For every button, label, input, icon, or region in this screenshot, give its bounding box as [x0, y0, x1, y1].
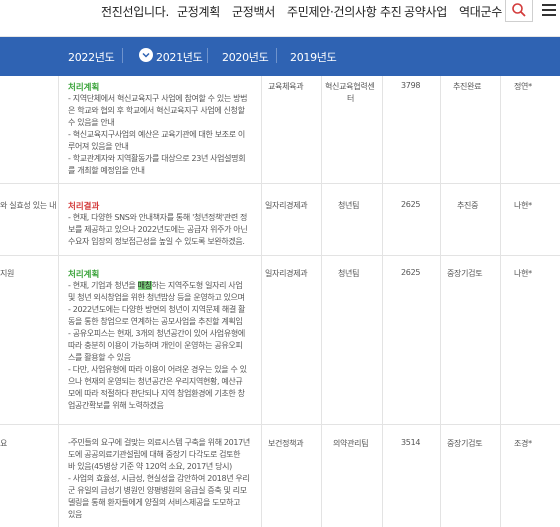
number-cell: 2625 [401, 200, 421, 209]
team-cell: 혁신교육협력센 [325, 82, 375, 91]
status-cell: 추진완료 [453, 82, 482, 91]
menu-icon [542, 4, 556, 6]
row-text-line: 보를 제공하고 있으나 2022년도에는 공급자 위주가 아닌 [68, 225, 248, 234]
table-row: 처리계획 - 지역단체에서 혁신교육지구 사업에 참여할 수 있는 방법 은 학… [0, 76, 560, 184]
nav-item-proposals[interactable]: 주민제안·건의사항 추진 [287, 3, 402, 20]
person-cell: 조경* [514, 439, 532, 448]
row-text-line: 를 개최할 예정임을 안내 [68, 166, 145, 175]
search-button[interactable] [505, 0, 533, 22]
row-text-line: - 사업의 효율성, 시급성, 현실성을 감안하여 2018년 우리 [68, 474, 250, 483]
row-text-line: 군 유일의 급성기 병원인 양평병원의 응급실 증축 및 리모 [68, 486, 247, 495]
row-text-line: 모에 따라 적절하다 판단되나 지역 창업환경에 기초한 창 [68, 389, 245, 398]
nav-item-former-mayors[interactable]: 역대군수 [459, 3, 502, 20]
row-text-line: 바 있음(45병상 기준 약 120억 소요, 2017년 당시) [68, 462, 232, 471]
tab-divider [207, 48, 208, 63]
table-row: 와 실효성 있는 내 처리결과 - 현재, 다양한 SNS와 안내책자를 통해 … [0, 184, 560, 256]
title-cell: 와 실효성 있는 내 [0, 201, 57, 210]
row-text-line: - 2022년도에는 다양한 방면의 청년이 지역문제 해결 활 [68, 305, 246, 314]
nav-item-plan[interactable]: 군정계획 [177, 3, 220, 20]
row-section-title: 처리계획 [68, 83, 100, 93]
row-text-line: 스를 활용할 수 있음 [68, 353, 131, 362]
row-text-line: 및 청년 외식창업을 위한 청년밥상 등을 운영하고 있으며 [68, 293, 245, 302]
search-icon [512, 3, 526, 17]
nav-item-whitepaper[interactable]: 군정백서 [232, 3, 275, 20]
status-cell: 중장기검토 [447, 439, 483, 448]
tab-2019[interactable]: 2019년도 [290, 49, 337, 65]
row-text-line: - 현재, 다양한 SNS와 안내책자를 통해 '청년정책'관련 정 [68, 213, 248, 222]
tab-2020[interactable]: 2020년도 [222, 49, 269, 65]
tab-divider [122, 48, 123, 63]
person-cell: 나현* [514, 269, 532, 278]
row-text-line: - 지역단체에서 혁신교육지구 사업에 참여할 수 있는 방법 [68, 94, 248, 103]
team-cell: 청년팀 [338, 201, 360, 210]
top-nav: 전진선입니다. 군정계획 군정백서 주민제안·건의사항 추진 공약사업 역대군수 [0, 0, 560, 37]
row-text-line: 은 학교와 협의 후 학교에서 혁신교육지구 사업에 신청할 [68, 106, 245, 115]
tab-divider [276, 48, 277, 63]
row-text-line: 업공간확보를 위해 노력하겠음 [68, 401, 164, 410]
dept-cell: 보건정책과 [268, 439, 304, 448]
menu-button[interactable] [538, 0, 560, 20]
number-cell: 2625 [401, 268, 421, 277]
nav-item-greeting[interactable]: 전진선입니다. [101, 3, 169, 20]
nav-item-pledges[interactable]: 공약사업 [404, 3, 447, 20]
row-text-line: 수 있음을 안내 [68, 118, 115, 127]
selected-tab-marker [139, 48, 153, 62]
dept-cell: 일자리경제과 [265, 269, 308, 278]
person-cell: 정연* [514, 82, 532, 91]
dept-cell: 일자리경제과 [265, 201, 308, 210]
table-row: 지원 처리계획 - 현재, 기업과 청년을 매칭하는 지역주도형 일자리 사업 … [0, 256, 560, 425]
row-text-line: 델링을 통해 환자들에게 양질의 서비스제공을 도모하고 [68, 498, 241, 507]
title-cell: 지원 [0, 269, 15, 278]
year-tab-bar: 2022년도 2021년도 2020년도 2019년도 [0, 37, 560, 76]
row-section-title: 처리결과 [68, 202, 100, 212]
dept-cell: 교육체육과 [268, 82, 304, 91]
chevron-down-icon [142, 52, 150, 58]
row-text-line: 도에 공공의료기관설립에 대해 중장기 다각도로 검토한 [68, 450, 241, 459]
row-text-line: - 혁신교육지구사업의 예산은 교육기관에 대한 보조로 이 [68, 130, 245, 139]
row-text-line: 있음 [68, 510, 83, 519]
title-cell: 요 [0, 439, 8, 448]
row-text-line: - 공유오피스는 현재, 3개의 청년공간이 있어 사업유형에 [68, 329, 245, 338]
row-text-line: 수요자 입장의 정보접근성을 높일 수 있도록 보완하겠음. [68, 237, 245, 246]
number-cell: 3798 [401, 81, 421, 90]
status-cell: 추진중 [457, 201, 479, 210]
search-highlight: 매칭 [137, 281, 152, 290]
row-text-line: -주민들의 요구에 걸맞는 의료시스템 구축을 위해 2017년 [68, 438, 250, 447]
row-text-line: 따라 충분히 이용이 가능하며 개인이 운영하는 공유오피 [68, 341, 243, 350]
row-text-line: - 학교관계자와 지역활동가를 대상으로 23년 사업설명회 [68, 154, 246, 163]
row-text-line: 으나 현재의 운영되는 청년공간은 우리지역현황, 예산규 [68, 377, 243, 386]
number-cell: 3514 [401, 438, 421, 447]
row-text-line: 루어져 있음을 안내 [68, 142, 129, 151]
row-text-line: - 다만, 사업유형에 따라 이용이 어려운 경우는 있을 수 있 [68, 365, 247, 374]
tab-2021[interactable]: 2021년도 [156, 49, 203, 65]
team-cell: 의약관리팀 [333, 439, 369, 448]
status-cell: 중장기검토 [447, 269, 483, 278]
table-row: 요 -주민들의 요구에 걸맞는 의료시스템 구축을 위해 2017년 도에 공공… [0, 425, 560, 527]
team-cell: 터 [347, 94, 355, 103]
row-section-title: 처리계획 [68, 270, 100, 280]
row-text-line: - 현재, 기업과 청년을 매칭하는 지역주도형 일자리 사업 [68, 281, 243, 290]
team-cell: 청년팀 [338, 269, 360, 278]
tab-2022[interactable]: 2022년도 [68, 49, 115, 65]
person-cell: 나현* [514, 201, 532, 210]
row-text-line: 동을 통한 창업으로 연계하는 공모사업을 추진할 계획임 [68, 317, 243, 326]
